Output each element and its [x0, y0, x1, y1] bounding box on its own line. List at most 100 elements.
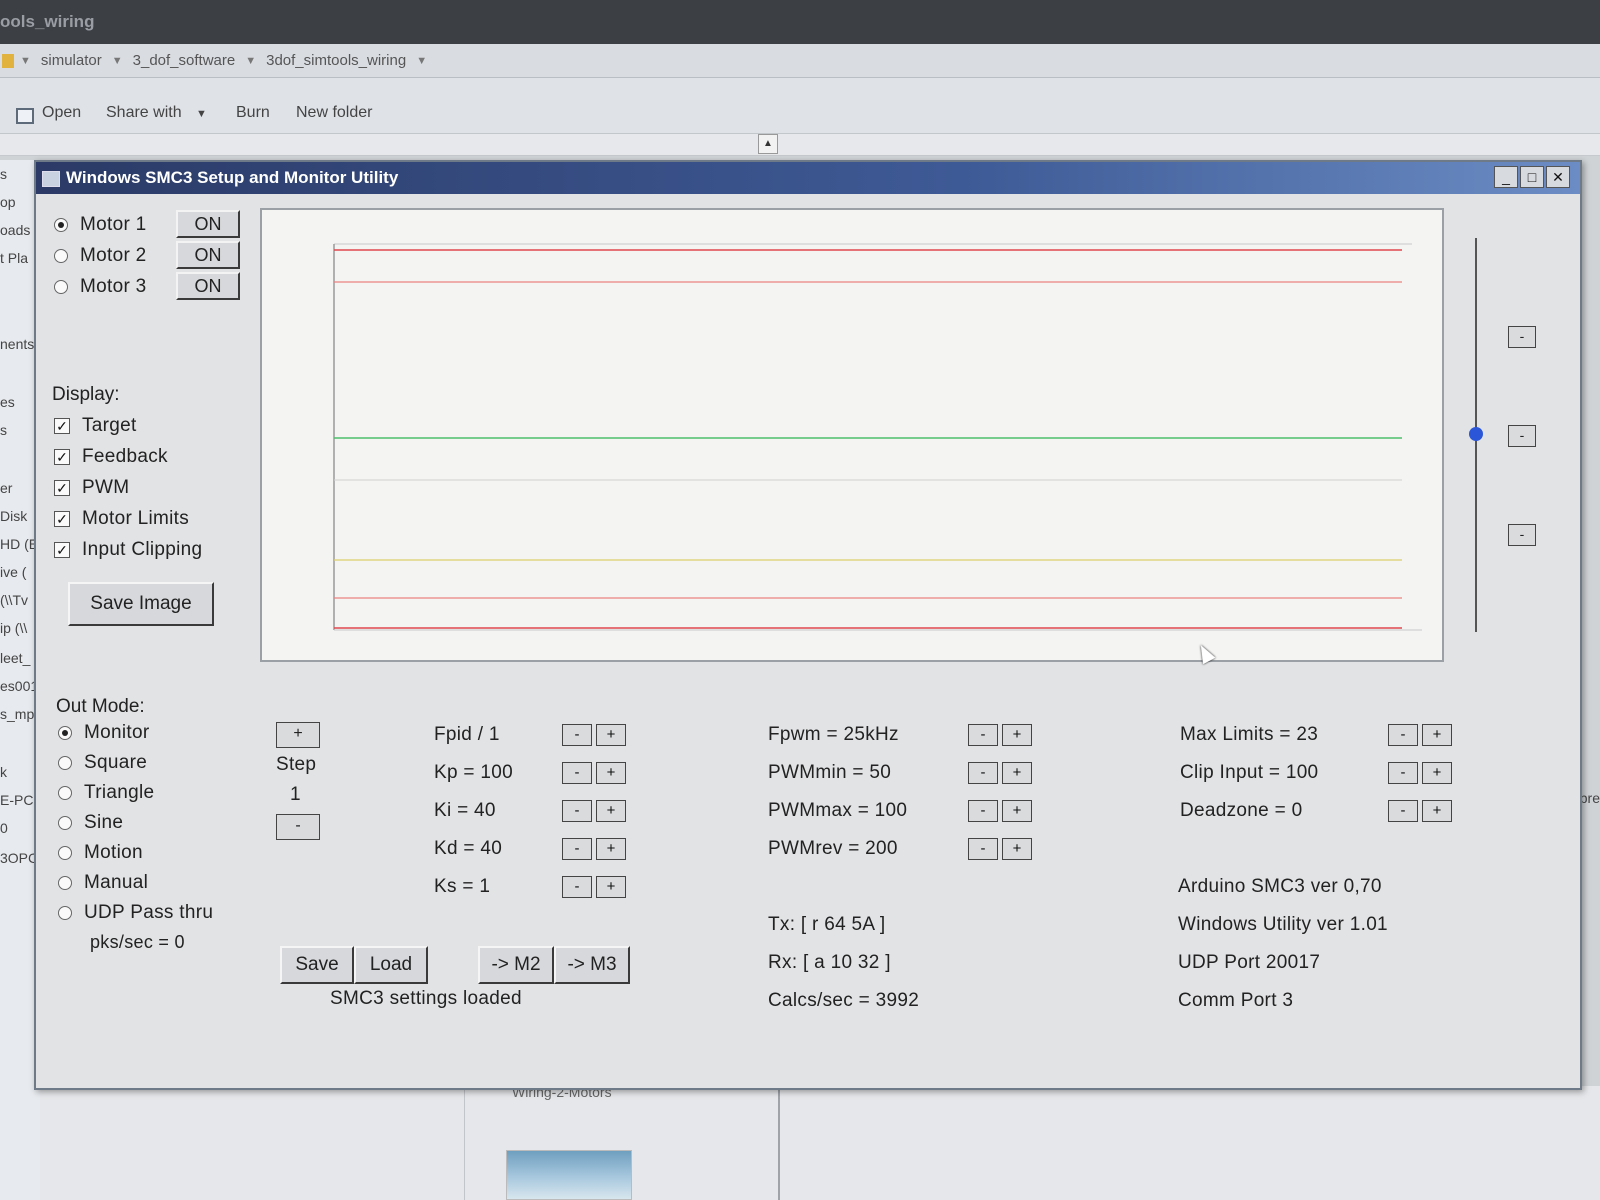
motor-limits-checkbox[interactable]: ✓ Motor Limits: [54, 505, 189, 533]
pwm-max-decrease-button[interactable]: -: [968, 800, 998, 822]
chevron-down-icon[interactable]: ▼: [20, 52, 31, 69]
mode-triangle-radio[interactable]: Triangle: [58, 778, 154, 808]
pwm-max-increase-button[interactable]: +: [1002, 800, 1032, 822]
nav-item[interactable]: leet_: [0, 650, 30, 666]
pwm-min-decrease-button[interactable]: -: [968, 762, 998, 784]
radio-icon[interactable]: [58, 846, 72, 860]
breadcrumb-software[interactable]: 3_dof_software: [133, 52, 236, 69]
mode-square-radio[interactable]: Square: [58, 748, 147, 778]
target-checkbox[interactable]: ✓ Target: [54, 412, 137, 440]
motor-2-on-button[interactable]: ON: [176, 241, 240, 269]
clip-input-increase-button[interactable]: +: [1422, 762, 1452, 784]
window-titlebar[interactable]: Windows SMC3 Setup and Monitor Utility _…: [36, 162, 1580, 194]
radio-icon[interactable]: [54, 280, 68, 294]
radio-icon[interactable]: [58, 726, 72, 740]
open-button[interactable]: Open: [42, 104, 81, 122]
kd-increase-button[interactable]: +: [596, 838, 626, 860]
motor-1-on-button[interactable]: ON: [176, 210, 240, 238]
nav-item[interactable]: 0: [0, 820, 8, 836]
radio-icon[interactable]: [58, 786, 72, 800]
step-decrease-button[interactable]: -: [276, 814, 320, 840]
radio-icon[interactable]: [58, 876, 72, 890]
nav-item[interactable]: t Pla: [0, 250, 28, 266]
nav-item[interactable]: (\\Tv: [0, 592, 28, 608]
mode-motion-radio[interactable]: Motion: [58, 838, 143, 868]
fpwm-increase-button[interactable]: +: [1002, 724, 1032, 746]
burn-button[interactable]: Burn: [236, 104, 270, 122]
checkbox-checked-icon[interactable]: ✓: [54, 480, 70, 496]
fpid-increase-button[interactable]: +: [596, 724, 626, 746]
nav-item[interactable]: HD (E: [0, 536, 38, 552]
nav-item[interactable]: 3OPC: [0, 850, 38, 866]
radio-icon[interactable]: [54, 249, 68, 263]
radio-icon[interactable]: [58, 756, 72, 770]
feedback-checkbox[interactable]: ✓ Feedback: [54, 443, 168, 471]
slider-button-top[interactable]: -: [1508, 326, 1536, 348]
address-bar[interactable]: ▼ simulator ▼ 3_dof_software ▼ 3dof_simt…: [0, 44, 1600, 78]
chevron-down-icon[interactable]: ▼: [112, 52, 123, 69]
open-icon[interactable]: [16, 108, 34, 124]
nav-item[interactable]: s_mp: [0, 706, 34, 722]
input-clipping-checkbox[interactable]: ✓ Input Clipping: [54, 536, 202, 564]
mode-udp-pass-thru-radio[interactable]: UDP Pass thru: [58, 898, 213, 928]
vertical-slider-thumb[interactable]: [1469, 427, 1483, 441]
ki-decrease-button[interactable]: -: [562, 800, 592, 822]
pwm-min-increase-button[interactable]: +: [1002, 762, 1032, 784]
checkbox-checked-icon[interactable]: ✓: [54, 418, 70, 434]
kp-increase-button[interactable]: +: [596, 762, 626, 784]
radio-icon[interactable]: [58, 906, 72, 920]
mode-manual-radio[interactable]: Manual: [58, 868, 148, 898]
save-button[interactable]: Save: [280, 946, 354, 984]
nav-item[interactable]: er: [0, 480, 12, 496]
ki-increase-button[interactable]: +: [596, 800, 626, 822]
slider-button-middle[interactable]: -: [1508, 425, 1536, 447]
motor-3-on-button[interactable]: ON: [176, 272, 240, 300]
nav-item[interactable]: es: [0, 394, 15, 410]
pwm-rev-increase-button[interactable]: +: [1002, 838, 1032, 860]
save-image-button[interactable]: Save Image: [68, 582, 214, 626]
radio-icon[interactable]: [58, 816, 72, 830]
breadcrumb-simulator[interactable]: simulator: [41, 52, 102, 69]
scroll-up-icon[interactable]: ▲: [758, 134, 778, 154]
minimize-button[interactable]: _: [1494, 166, 1518, 188]
ks-decrease-button[interactable]: -: [562, 876, 592, 898]
nav-item[interactable]: Disk: [0, 508, 27, 524]
nav-item[interactable]: E-PC: [0, 792, 33, 808]
load-button[interactable]: Load: [354, 946, 428, 984]
clip-input-decrease-button[interactable]: -: [1388, 762, 1418, 784]
breadcrumb-wiring[interactable]: 3dof_simtools_wiring: [266, 52, 406, 69]
nav-item[interactable]: k: [0, 764, 7, 780]
pwm-rev-decrease-button[interactable]: -: [968, 838, 998, 860]
ks-increase-button[interactable]: +: [596, 876, 626, 898]
max-limits-increase-button[interactable]: +: [1422, 724, 1452, 746]
mode-monitor-radio[interactable]: Monitor: [58, 718, 149, 748]
nav-item[interactable]: op: [0, 194, 16, 210]
maximize-button[interactable]: □: [1520, 166, 1544, 188]
mode-sine-radio[interactable]: Sine: [58, 808, 123, 838]
close-button[interactable]: ✕: [1546, 166, 1570, 188]
deadzone-increase-button[interactable]: +: [1422, 800, 1452, 822]
file-thumbnail[interactable]: [506, 1150, 632, 1200]
deadzone-decrease-button[interactable]: -: [1388, 800, 1418, 822]
radio-icon[interactable]: [54, 218, 68, 232]
pwm-checkbox[interactable]: ✓ PWM: [54, 474, 129, 502]
step-increase-button[interactable]: +: [276, 722, 320, 748]
slider-button-bottom[interactable]: -: [1508, 524, 1536, 546]
nav-item[interactable]: es001: [0, 678, 38, 694]
nav-item[interactable]: s: [0, 422, 7, 438]
fpwm-decrease-button[interactable]: -: [968, 724, 998, 746]
nav-item[interactable]: nents: [0, 336, 34, 352]
nav-item[interactable]: ive (: [0, 564, 26, 580]
kd-decrease-button[interactable]: -: [562, 838, 592, 860]
checkbox-checked-icon[interactable]: ✓: [54, 449, 70, 465]
checkbox-checked-icon[interactable]: ✓: [54, 542, 70, 558]
share-with-button[interactable]: Share with: [106, 104, 182, 122]
motor-2-radio[interactable]: Motor 2: [54, 241, 147, 271]
chevron-down-icon[interactable]: ▼: [416, 52, 427, 69]
new-folder-button[interactable]: New folder: [296, 104, 372, 122]
max-limits-decrease-button[interactable]: -: [1388, 724, 1418, 746]
nav-item[interactable]: oads: [0, 222, 30, 238]
checkbox-checked-icon[interactable]: ✓: [54, 511, 70, 527]
nav-item[interactable]: ip (\\: [0, 620, 27, 636]
motor-1-radio[interactable]: Motor 1: [54, 210, 147, 240]
